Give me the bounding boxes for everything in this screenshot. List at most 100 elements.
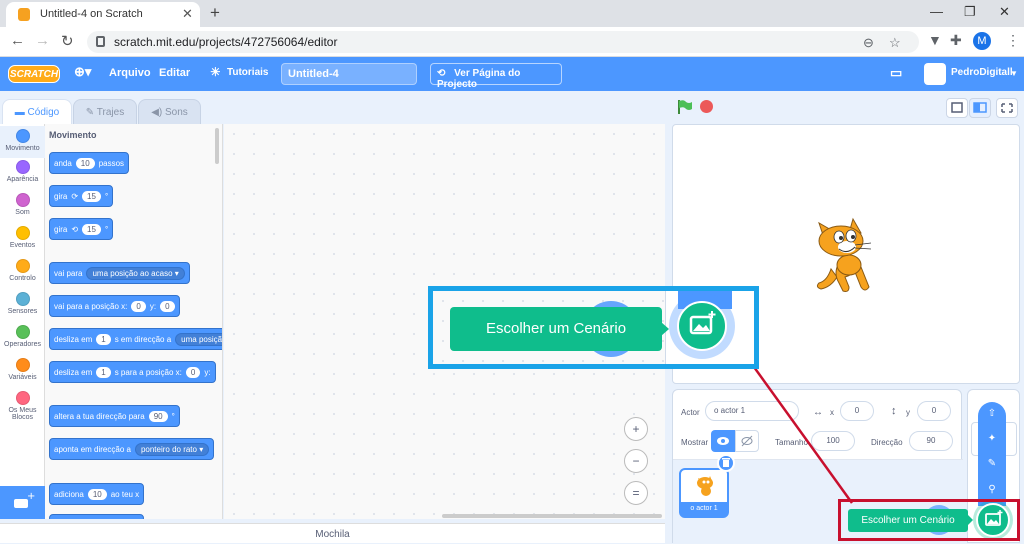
my-stuff-folder-icon[interactable]: ▭ [890, 65, 902, 81]
browser-menu-icon[interactable]: ⋮ [1006, 32, 1020, 49]
change-x-input[interactable]: 10 [87, 488, 107, 500]
menu-edit[interactable]: Editar [159, 67, 190, 79]
username[interactable]: PedroDigitall [951, 67, 1013, 78]
tab-code[interactable]: ▬ Código [2, 99, 72, 124]
choose-backdrop-button-zoom[interactable] [677, 301, 727, 351]
steps-input[interactable]: 10 [75, 157, 95, 169]
workspace-scrollbar[interactable] [442, 514, 662, 518]
block-text: anda [54, 158, 72, 168]
tab-costumes[interactable]: ✎ Trajes [73, 99, 137, 124]
backpack-bar[interactable]: Mochila [0, 523, 665, 543]
puzzle-icon[interactable]: ✚ [950, 32, 962, 49]
green-flag-icon[interactable] [676, 99, 694, 115]
stop-button[interactable] [700, 100, 713, 113]
block-go-to-xy[interactable]: vai para a posição x: 0 y: 0 [49, 295, 180, 317]
add-extension-button[interactable]: + [0, 486, 45, 519]
target-dropdown[interactable]: uma posição ao acaso ▾ [86, 266, 185, 280]
tab-sounds[interactable]: ◀) Sons [138, 99, 201, 124]
category-sound-label: Som [15, 209, 30, 216]
search-icon[interactable]: ⚲ [986, 484, 998, 496]
scratch-logo[interactable]: SCRATCH [8, 65, 60, 83]
browser-tab[interactable]: Untitled-4 on Scratch ✕ [6, 2, 200, 27]
chevron-down-icon[interactable]: ▼ [1010, 69, 1018, 78]
direction-input[interactable]: 90 [909, 431, 953, 451]
bookmark-star-icon[interactable]: ☆ [889, 35, 901, 51]
zoom-in-button[interactable]: + [624, 417, 648, 441]
zoom-out-button[interactable]: − [624, 449, 648, 473]
globe-icon[interactable]: ⊕▾ [74, 64, 91, 80]
block-go-to[interactable]: vai para uma posição ao acaso ▾ [49, 262, 190, 284]
category-looks[interactable]: Aparência [0, 160, 45, 183]
maximize-button[interactable]: ❐ [964, 4, 976, 20]
small-stage-button[interactable] [946, 98, 968, 118]
see-project-page-button[interactable]: ⟲ Ver Página do Projecto [430, 63, 562, 90]
upload-icon[interactable]: ⇧ [986, 408, 998, 420]
project-title-input[interactable]: Untitled-4 [281, 63, 417, 85]
palette-scrollbar[interactable] [215, 128, 219, 164]
y-input[interactable]: 0 [917, 401, 951, 421]
zoom-icon[interactable]: ⊖ [863, 35, 874, 51]
block-partial[interactable] [49, 514, 144, 519]
new-tab-button[interactable]: + [210, 3, 220, 23]
sprite-name-input[interactable]: o actor 1 [705, 401, 799, 421]
profile-avatar[interactable]: M [973, 32, 991, 50]
reload-icon[interactable]: ↻ [61, 32, 74, 50]
zoom-reset-button[interactable]: = [624, 481, 648, 505]
close-window-button[interactable]: ✕ [999, 4, 1010, 20]
x-input[interactable]: 0 [185, 366, 201, 378]
block-change-x[interactable]: adiciona 10 ao teu x [49, 483, 145, 505]
surprise-icon[interactable]: ✦ [986, 433, 998, 445]
block-text: aponta em direcção a [54, 444, 131, 454]
block-turn-left[interactable]: gira ⟲ 15 ° [49, 218, 114, 240]
x-input[interactable]: 0 [131, 300, 146, 312]
seconds-input[interactable]: 1 [96, 333, 111, 345]
block-move-steps[interactable]: anda 10 passos [49, 152, 130, 174]
size-input[interactable]: 100 [811, 431, 855, 451]
category-motion[interactable]: Movimento [0, 126, 45, 158]
normal-stage-button[interactable] [969, 98, 991, 118]
show-visible-button[interactable] [711, 430, 735, 452]
back-icon[interactable]: ← [10, 32, 25, 49]
block-turn-right[interactable]: gira ⟳ 15 ° [49, 185, 114, 207]
block-glide-xy[interactable]: desliza em 1 s para a posição x: 0 y: [49, 361, 216, 383]
block-point-direction[interactable]: altera a tua direcção para 90 ° [49, 405, 180, 427]
category-my-blocks[interactable]: Os Meus Blocos [0, 391, 45, 421]
x-input[interactable]: 0 [840, 401, 874, 421]
category-sound[interactable]: Som [0, 193, 45, 216]
sprite-tile[interactable]: o actor 1 [679, 468, 729, 518]
direction-input[interactable]: 90 [148, 410, 168, 422]
forward-icon[interactable]: → [35, 32, 50, 49]
close-tab-icon[interactable]: ✕ [182, 6, 193, 22]
category-operators[interactable]: Operadores [0, 325, 45, 348]
category-motion-label: Movimento [5, 145, 40, 152]
user-avatar[interactable] [924, 63, 946, 85]
show-hidden-button[interactable] [735, 430, 759, 452]
block-text: s para a posição x: [114, 367, 182, 377]
menu-file[interactable]: Arquivo [109, 67, 151, 79]
scratch-cat-sprite[interactable] [809, 217, 879, 297]
browser-tab-title: Untitled-4 on Scratch [40, 8, 143, 20]
block-glide-to[interactable]: desliza em 1 s em direcção a uma posiçã [49, 328, 222, 350]
backdrop-menu: ⇧ ✦ ✎ ⚲ [978, 402, 1006, 506]
target-dropdown[interactable]: ponteiro do rato ▾ [134, 442, 210, 456]
block-point-towards[interactable]: aponta em direcção a ponteiro do rato ▾ [49, 438, 215, 460]
category-variables[interactable]: Variáveis [0, 358, 45, 381]
eye-hidden-icon [741, 435, 753, 447]
paint-icon[interactable]: ✎ [986, 458, 998, 470]
browser-tab-bar: Untitled-4 on Scratch ✕ + — ❐ ✕ [0, 0, 1024, 27]
seconds-input[interactable]: 1 [96, 366, 111, 378]
category-sensing[interactable]: Sensores [0, 292, 45, 315]
y-input[interactable]: 0 [160, 300, 175, 312]
delete-sprite-button[interactable] [717, 454, 735, 472]
minimize-button[interactable]: — [930, 4, 943, 19]
category-events[interactable]: Eventos [0, 226, 45, 249]
category-sensing-dot [15, 292, 30, 306]
target-dropdown[interactable]: uma posiçã [175, 332, 222, 346]
extension-icon[interactable]: ▼ [928, 32, 942, 48]
fullscreen-button[interactable] [996, 98, 1018, 118]
category-control[interactable]: Controlo [0, 259, 45, 282]
url-field[interactable]: scratch.mit.edu/projects/472756064/edito… [87, 31, 919, 53]
menu-tutorials[interactable]: Tutoriais [227, 67, 268, 78]
degrees-input[interactable]: 15 [82, 223, 101, 235]
degrees-input[interactable]: 15 [82, 190, 101, 202]
